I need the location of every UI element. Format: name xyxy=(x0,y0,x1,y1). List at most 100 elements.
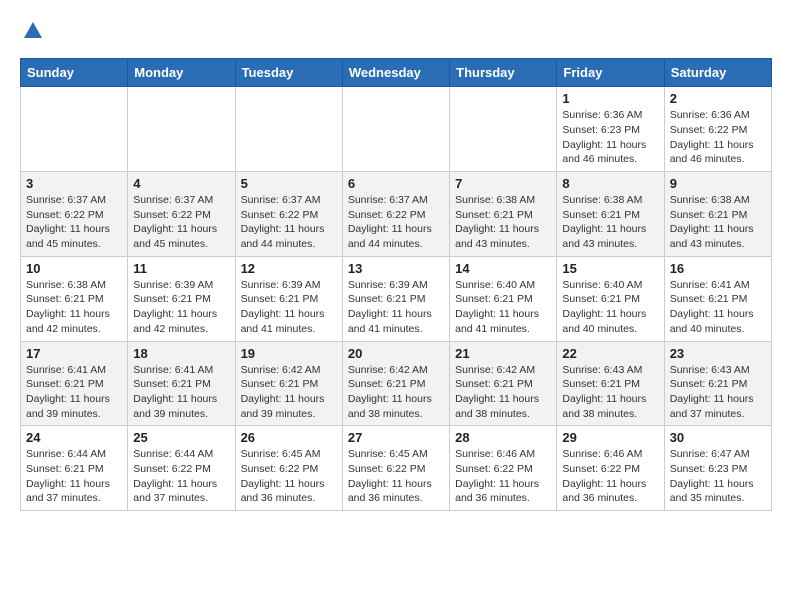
day-info: Sunrise: 6:41 AM Sunset: 6:21 PM Dayligh… xyxy=(26,363,122,422)
day-cell: 13 Sunrise: 6:39 AM Sunset: 6:21 PM Dayli… xyxy=(342,256,449,341)
day-number: 5 xyxy=(241,176,337,191)
day-number: 20 xyxy=(348,346,444,361)
day-number: 26 xyxy=(241,430,337,445)
day-info: Sunrise: 6:37 AM Sunset: 6:22 PM Dayligh… xyxy=(348,193,444,252)
day-cell: 14 Sunrise: 6:40 AM Sunset: 6:21 PM Dayli… xyxy=(450,256,557,341)
day-number: 7 xyxy=(455,176,551,191)
day-cell: 12 Sunrise: 6:39 AM Sunset: 6:21 PM Dayli… xyxy=(235,256,342,341)
day-number: 25 xyxy=(133,430,229,445)
day-cell: 4 Sunrise: 6:37 AM Sunset: 6:22 PM Daylig… xyxy=(128,172,235,257)
day-number: 9 xyxy=(670,176,766,191)
day-number: 23 xyxy=(670,346,766,361)
day-info: Sunrise: 6:38 AM Sunset: 6:21 PM Dayligh… xyxy=(670,193,766,252)
day-number: 27 xyxy=(348,430,444,445)
day-info: Sunrise: 6:40 AM Sunset: 6:21 PM Dayligh… xyxy=(455,278,551,337)
day-cell xyxy=(450,87,557,172)
day-cell: 21Sunrise: 6:42 AM Sunset: 6:21 PM Dayli… xyxy=(450,341,557,426)
day-number: 22 xyxy=(562,346,658,361)
day-number: 3 xyxy=(26,176,122,191)
page: SundayMondayTuesdayWednesdayThursdayFrid… xyxy=(0,0,792,531)
week-row-5: 24 Sunrise: 6:44 AM Sunset: 6:21 PM Dayli… xyxy=(21,426,772,511)
day-info: Sunrise: 6:39 AM Sunset: 6:21 PM Dayligh… xyxy=(241,278,337,337)
day-cell: 26 Sunrise: 6:45 AM Sunset: 6:22 PM Dayli… xyxy=(235,426,342,511)
day-info: Sunrise: 6:47 AM Sunset: 6:23 PM Dayligh… xyxy=(670,447,766,506)
day-info: Sunrise: 6:43 AM Sunset: 6:21 PM Dayligh… xyxy=(562,363,658,422)
header xyxy=(20,20,772,42)
day-cell: 19 Sunrise: 6:42 AM Sunset: 6:21 PM Dayli… xyxy=(235,341,342,426)
day-cell: 25Sunrise: 6:44 AM Sunset: 6:22 PM Dayli… xyxy=(128,426,235,511)
day-number: 12 xyxy=(241,261,337,276)
weekday-header-monday: Monday xyxy=(128,59,235,87)
day-number: 15 xyxy=(562,261,658,276)
day-cell: 18 Sunrise: 6:41 AM Sunset: 6:21 PM Dayli… xyxy=(128,341,235,426)
day-info: Sunrise: 6:46 AM Sunset: 6:22 PM Dayligh… xyxy=(562,447,658,506)
day-cell: 11 Sunrise: 6:39 AM Sunset: 6:21 PM Dayli… xyxy=(128,256,235,341)
day-info: Sunrise: 6:43 AM Sunset: 6:21 PM Dayligh… xyxy=(670,363,766,422)
day-info: Sunrise: 6:37 AM Sunset: 6:22 PM Dayligh… xyxy=(26,193,122,252)
day-info: Sunrise: 6:46 AM Sunset: 6:22 PM Dayligh… xyxy=(455,447,551,506)
day-cell: 24 Sunrise: 6:44 AM Sunset: 6:21 PM Dayli… xyxy=(21,426,128,511)
day-number: 14 xyxy=(455,261,551,276)
day-number: 16 xyxy=(670,261,766,276)
logo xyxy=(20,20,44,42)
day-number: 29 xyxy=(562,430,658,445)
day-cell: 15 Sunrise: 6:40 AM Sunset: 6:21 PM Dayli… xyxy=(557,256,664,341)
week-row-2: 3 Sunrise: 6:37 AM Sunset: 6:22 PM Daylig… xyxy=(21,172,772,257)
day-cell: 30 Sunrise: 6:47 AM Sunset: 6:23 PM Dayli… xyxy=(664,426,771,511)
day-cell: 20 Sunrise: 6:42 AM Sunset: 6:21 PM Dayli… xyxy=(342,341,449,426)
logo-icon xyxy=(22,20,44,42)
day-info: Sunrise: 6:41 AM Sunset: 6:21 PM Dayligh… xyxy=(133,363,229,422)
day-info: Sunrise: 6:37 AM Sunset: 6:22 PM Dayligh… xyxy=(241,193,337,252)
day-number: 10 xyxy=(26,261,122,276)
calendar: SundayMondayTuesdayWednesdayThursdayFrid… xyxy=(20,58,772,511)
weekday-header-sunday: Sunday xyxy=(21,59,128,87)
day-number: 11 xyxy=(133,261,229,276)
day-cell: 10 Sunrise: 6:38 AM Sunset: 6:21 PM Dayli… xyxy=(21,256,128,341)
day-number: 1 xyxy=(562,91,658,106)
day-number: 17 xyxy=(26,346,122,361)
day-number: 28 xyxy=(455,430,551,445)
weekday-header-thursday: Thursday xyxy=(450,59,557,87)
weekday-header-tuesday: Tuesday xyxy=(235,59,342,87)
day-info: Sunrise: 6:39 AM Sunset: 6:21 PM Dayligh… xyxy=(348,278,444,337)
day-cell: 9 Sunrise: 6:38 AM Sunset: 6:21 PM Daylig… xyxy=(664,172,771,257)
week-row-1: 1Sunrise: 6:36 AM Sunset: 6:23 PM Daylig… xyxy=(21,87,772,172)
day-info: Sunrise: 6:45 AM Sunset: 6:22 PM Dayligh… xyxy=(348,447,444,506)
day-info: Sunrise: 6:42 AM Sunset: 6:21 PM Dayligh… xyxy=(348,363,444,422)
day-number: 19 xyxy=(241,346,337,361)
day-info: Sunrise: 6:38 AM Sunset: 6:21 PM Dayligh… xyxy=(26,278,122,337)
day-number: 13 xyxy=(348,261,444,276)
day-info: Sunrise: 6:38 AM Sunset: 6:21 PM Dayligh… xyxy=(455,193,551,252)
day-number: 4 xyxy=(133,176,229,191)
day-cell: 16 Sunrise: 6:41 AM Sunset: 6:21 PM Dayli… xyxy=(664,256,771,341)
day-number: 2 xyxy=(670,91,766,106)
day-cell: 6 Sunrise: 6:37 AM Sunset: 6:22 PM Daylig… xyxy=(342,172,449,257)
day-number: 24 xyxy=(26,430,122,445)
day-cell: 5 Sunrise: 6:37 AM Sunset: 6:22 PM Daylig… xyxy=(235,172,342,257)
day-cell: 23 Sunrise: 6:43 AM Sunset: 6:21 PM Dayli… xyxy=(664,341,771,426)
day-info: Sunrise: 6:42 AM Sunset: 6:21 PM Dayligh… xyxy=(455,363,551,422)
day-info: Sunrise: 6:44 AM Sunset: 6:21 PM Dayligh… xyxy=(26,447,122,506)
weekday-header-row: SundayMondayTuesdayWednesdayThursdayFrid… xyxy=(21,59,772,87)
day-number: 30 xyxy=(670,430,766,445)
day-info: Sunrise: 6:40 AM Sunset: 6:21 PM Dayligh… xyxy=(562,278,658,337)
weekday-header-saturday: Saturday xyxy=(664,59,771,87)
day-cell xyxy=(21,87,128,172)
week-row-4: 17 Sunrise: 6:41 AM Sunset: 6:21 PM Dayli… xyxy=(21,341,772,426)
day-cell: 2Sunrise: 6:36 AM Sunset: 6:22 PM Daylig… xyxy=(664,87,771,172)
day-info: Sunrise: 6:41 AM Sunset: 6:21 PM Dayligh… xyxy=(670,278,766,337)
day-cell: 1Sunrise: 6:36 AM Sunset: 6:23 PM Daylig… xyxy=(557,87,664,172)
day-info: Sunrise: 6:39 AM Sunset: 6:21 PM Dayligh… xyxy=(133,278,229,337)
weekday-header-wednesday: Wednesday xyxy=(342,59,449,87)
day-cell xyxy=(128,87,235,172)
week-row-3: 10 Sunrise: 6:38 AM Sunset: 6:21 PM Dayli… xyxy=(21,256,772,341)
day-cell: 17 Sunrise: 6:41 AM Sunset: 6:21 PM Dayli… xyxy=(21,341,128,426)
day-info: Sunrise: 6:45 AM Sunset: 6:22 PM Dayligh… xyxy=(241,447,337,506)
day-number: 6 xyxy=(348,176,444,191)
day-number: 18 xyxy=(133,346,229,361)
day-info: Sunrise: 6:37 AM Sunset: 6:22 PM Dayligh… xyxy=(133,193,229,252)
day-cell xyxy=(235,87,342,172)
day-info: Sunrise: 6:42 AM Sunset: 6:21 PM Dayligh… xyxy=(241,363,337,422)
day-info: Sunrise: 6:38 AM Sunset: 6:21 PM Dayligh… xyxy=(562,193,658,252)
day-cell: 27 Sunrise: 6:45 AM Sunset: 6:22 PM Dayli… xyxy=(342,426,449,511)
